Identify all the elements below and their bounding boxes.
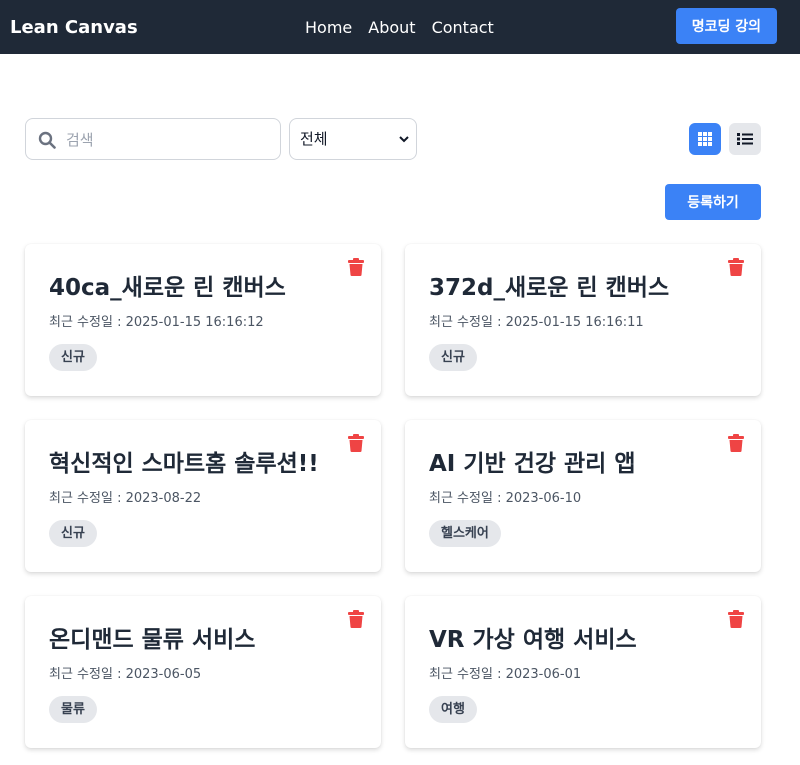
- list-view-button[interactable]: [729, 123, 761, 155]
- card-category-tag: 여행: [429, 696, 477, 723]
- delete-button[interactable]: [347, 610, 365, 630]
- card-updated-date: 최근 수정일 : 2023-08-22: [49, 491, 202, 506]
- trash-icon: [728, 434, 744, 452]
- register-button[interactable]: 등록하기: [665, 184, 761, 220]
- trash-icon: [348, 258, 364, 276]
- delete-button[interactable]: [727, 610, 745, 630]
- delete-button[interactable]: [347, 434, 365, 454]
- grid-icon: [698, 132, 712, 146]
- nav-link-home[interactable]: Home: [305, 18, 352, 37]
- nav-link-about[interactable]: About: [368, 18, 415, 37]
- delete-button[interactable]: [727, 434, 745, 454]
- canvas-card[interactable]: 372d_새로운 린 캔버스 최근 수정일 : 2025-01-15 16:16…: [405, 244, 761, 396]
- card-category-tag: 신규: [49, 520, 97, 547]
- canvas-card[interactable]: 40ca_새로운 린 캔버스 최근 수정일 : 2025-01-15 16:16…: [25, 244, 381, 396]
- list-icon: [737, 133, 753, 145]
- trash-icon: [348, 434, 364, 452]
- nav-link-contact[interactable]: Contact: [432, 18, 494, 37]
- card-updated-date: 최근 수정일 : 2025-01-15 16:16:12: [49, 315, 264, 330]
- card-category-tag: 헬스케어: [429, 520, 501, 547]
- grid-view-button[interactable]: [689, 123, 721, 155]
- card-updated-date: 최근 수정일 : 2023-06-01: [429, 667, 582, 682]
- brand-logo[interactable]: Lean Canvas: [10, 17, 138, 38]
- card-updated-date: 최근 수정일 : 2025-01-15 16:16:11: [429, 315, 644, 330]
- canvas-card[interactable]: 온디맨드 물류 서비스 최근 수정일 : 2023-06-05 물류: [25, 596, 381, 748]
- card-updated-date: 최근 수정일 : 2023-06-10: [429, 491, 582, 506]
- card-title: 40ca_새로운 린 캔버스: [49, 275, 286, 301]
- trash-icon: [348, 610, 364, 628]
- search-box: [25, 118, 281, 160]
- card-category-tag: 신규: [49, 344, 97, 371]
- trash-icon: [728, 258, 744, 276]
- card-updated-date: 최근 수정일 : 2023-06-05: [49, 667, 202, 682]
- canvas-card[interactable]: VR 가상 여행 서비스 최근 수정일 : 2023-06-01 여행: [405, 596, 761, 748]
- card-title: VR 가상 여행 서비스: [429, 627, 637, 653]
- top-navbar: Lean Canvas Home About Contact 명코딩 강의: [0, 0, 800, 54]
- canvas-card[interactable]: 혁신적인 스마트홈 솔루션!! 최근 수정일 : 2023-08-22 신규: [25, 420, 381, 572]
- card-category-tag: 물류: [49, 696, 97, 723]
- trash-icon: [728, 610, 744, 628]
- card-title: AI 기반 건강 관리 앱: [429, 451, 636, 477]
- course-button[interactable]: 명코딩 강의: [675, 8, 777, 44]
- card-title: 372d_새로운 린 캔버스: [429, 275, 670, 301]
- card-title: 혁신적인 스마트홈 솔루션!!: [49, 451, 319, 477]
- toolbar: 전체: [25, 118, 761, 160]
- main-nav: Home About Contact: [305, 0, 494, 54]
- canvas-card[interactable]: AI 기반 건강 관리 앱 최근 수정일 : 2023-06-10 헬스케어: [405, 420, 761, 572]
- delete-button[interactable]: [347, 258, 365, 278]
- category-filter-select[interactable]: 전체: [289, 118, 417, 160]
- card-category-tag: 신규: [429, 344, 477, 371]
- search-icon: [38, 131, 56, 149]
- search-input[interactable]: [66, 127, 266, 153]
- card-title: 온디맨드 물류 서비스: [49, 627, 256, 653]
- delete-button[interactable]: [727, 258, 745, 278]
